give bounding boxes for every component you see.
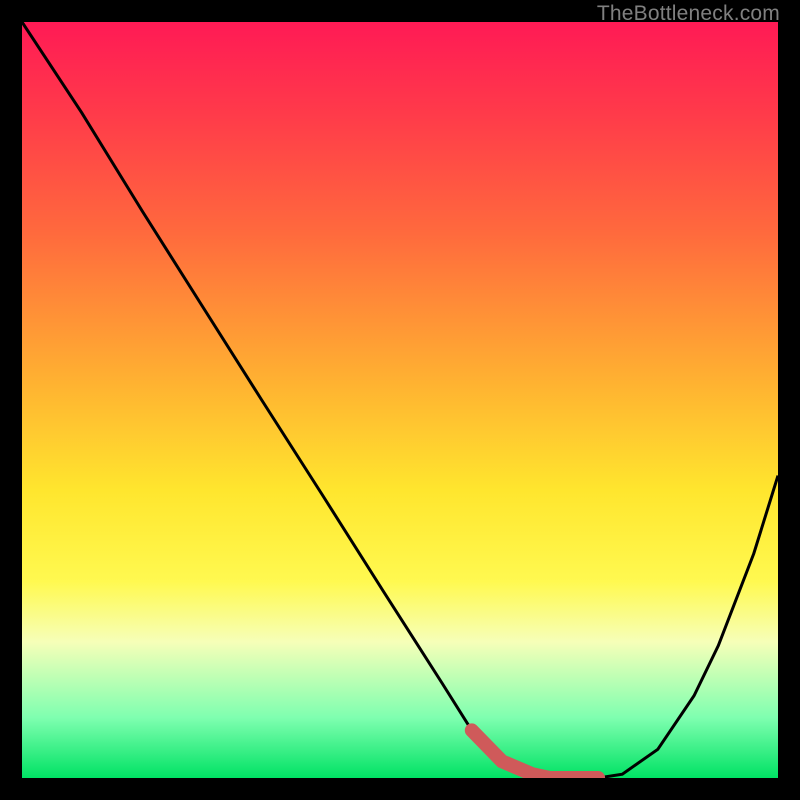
curve-svg xyxy=(22,22,778,778)
optimal-segment xyxy=(472,730,598,778)
bottleneck-curve xyxy=(22,22,778,778)
chart-area xyxy=(22,22,778,778)
watermark: TheBottleneck.com xyxy=(597,2,780,26)
stage: TheBottleneck.com xyxy=(0,0,800,800)
